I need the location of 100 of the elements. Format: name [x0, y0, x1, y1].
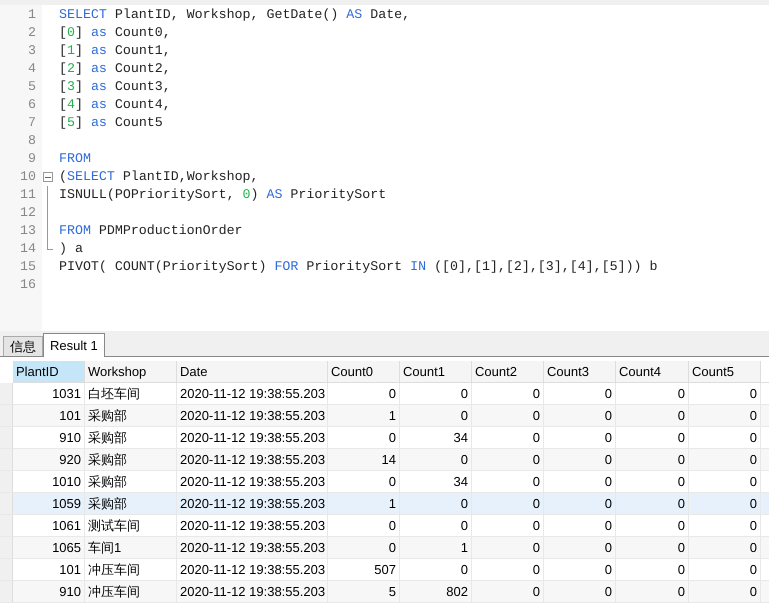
column-header[interactable]: PlantID	[13, 361, 85, 382]
table-cell: 0	[616, 449, 689, 470]
line-number: 5	[27, 78, 37, 96]
table-cell: 0	[400, 515, 472, 536]
column-header[interactable]: Date	[177, 361, 328, 382]
table-cell: 0	[400, 449, 472, 470]
table-cell: 0	[544, 515, 616, 536]
row-marker	[0, 537, 13, 558]
fold-toggle-icon[interactable]	[43, 172, 53, 182]
table-cell: 1061	[13, 515, 85, 536]
column-header[interactable]: Count1	[400, 361, 472, 382]
table-row[interactable]: 910 冲压车间 2020-11-12 19:38:55.203 5 802 0 0 0 0	[0, 581, 769, 603]
table-cell: 测试车间	[85, 515, 177, 536]
table-cell: 采购部	[85, 493, 177, 514]
table-cell: 2020-11-12 19:38:55.203	[177, 581, 328, 602]
line-number: 16	[19, 276, 37, 294]
table-cell: 0	[689, 471, 761, 492]
line-number: 7	[27, 114, 37, 132]
table-row[interactable]: 1059 采购部 2020-11-12 19:38:55.203 1 0 0 0 0 0	[0, 493, 769, 515]
table-cell: 2020-11-12 19:38:55.203	[177, 537, 328, 558]
table-cell: 0	[328, 471, 400, 492]
table-cell: 2020-11-12 19:38:55.203	[177, 559, 328, 580]
table-cell: 0	[689, 427, 761, 448]
line-number: 13	[19, 222, 37, 240]
code-line: [3] as Count3,	[59, 78, 171, 96]
table-row[interactable]: 1010 采购部 2020-11-12 19:38:55.203 0 34 0 0 0 0	[0, 471, 769, 493]
column-header[interactable]: Count0	[328, 361, 400, 382]
table-row[interactable]: 1065 车间1 2020-11-12 19:38:55.203 0 1 0 0 0 0	[0, 537, 769, 559]
line-number: 2	[27, 24, 37, 42]
table-cell: 0	[544, 427, 616, 448]
table-cell: 1065	[13, 537, 85, 558]
table-cell: 0	[400, 383, 472, 404]
result-tab[interactable]: 信息	[3, 336, 43, 356]
table-cell: 0	[616, 559, 689, 580]
table-row[interactable]: 920 采购部 2020-11-12 19:38:55.203 14 0 0 0 0 0	[0, 449, 769, 471]
column-header[interactable]: Count4	[616, 361, 689, 382]
table-row[interactable]: 1061 测试车间 2020-11-12 19:38:55.203 0 0 0 0 0 0	[0, 515, 769, 537]
table-cell: 0	[472, 559, 544, 580]
table-cell: 0	[400, 493, 472, 514]
code-line: [5] as Count5	[59, 114, 163, 132]
table-cell: 采购部	[85, 471, 177, 492]
row-marker	[0, 471, 13, 492]
code-line: [4] as Count4,	[59, 96, 171, 114]
table-cell: 0	[544, 405, 616, 426]
table-cell: 0	[616, 383, 689, 404]
table-cell: 0	[689, 537, 761, 558]
table-cell: 0	[616, 581, 689, 602]
table-cell: 2020-11-12 19:38:55.203	[177, 405, 328, 426]
line-number: 11	[19, 186, 37, 204]
row-marker	[0, 449, 13, 470]
table-cell: 0	[689, 405, 761, 426]
table-cell: 0	[472, 537, 544, 558]
row-marker	[0, 427, 13, 448]
code-line: ) a	[59, 240, 83, 258]
table-cell: 0	[616, 493, 689, 514]
table-cell: 5	[328, 581, 400, 602]
table-cell: 采购部	[85, 449, 177, 470]
table-cell: 101	[13, 559, 85, 580]
fold-end-icon	[47, 240, 53, 250]
table-cell: 0	[400, 559, 472, 580]
table-cell: 0	[328, 427, 400, 448]
table-cell: 2020-11-12 19:38:55.203	[177, 493, 328, 514]
line-number: 1	[27, 6, 37, 24]
table-cell: 1059	[13, 493, 85, 514]
code-line: [1] as Count1,	[59, 42, 171, 60]
column-header[interactable]: Count2	[472, 361, 544, 382]
line-number: 9	[27, 150, 37, 168]
column-header[interactable]: Workshop	[85, 361, 177, 382]
code-line: SELECT PlantID, Workshop, GetDate() AS Date,	[59, 6, 410, 24]
table-row[interactable]: 101 采购部 2020-11-12 19:38:55.203 1 0 0 0 0 0	[0, 405, 769, 427]
table-cell: 0	[689, 493, 761, 514]
table-cell: 0	[328, 383, 400, 404]
column-header[interactable]: Count3	[544, 361, 616, 382]
result-tab[interactable]: Result 1	[43, 333, 105, 357]
code-line: (SELECT PlantID,Workshop,	[59, 168, 259, 186]
column-header[interactable]: Count5	[689, 361, 761, 382]
table-cell: 0	[544, 493, 616, 514]
code-line: ISNULL(POPrioritySort, 0) AS PrioritySort	[59, 186, 386, 204]
table-cell: 0	[328, 515, 400, 536]
table-cell: 冲压车间	[85, 559, 177, 580]
table-row[interactable]: 910 采购部 2020-11-12 19:38:55.203 0 34 0 0 0 0	[0, 427, 769, 449]
table-cell: 910	[13, 427, 85, 448]
table-row[interactable]: 1031 白坯车间 2020-11-12 19:38:55.203 0 0 0 0 0 0	[0, 383, 769, 405]
table-cell: 2020-11-12 19:38:55.203	[177, 427, 328, 448]
line-number: 14	[19, 240, 37, 258]
table-cell: 0	[544, 537, 616, 558]
table-cell: 0	[472, 405, 544, 426]
table-cell: 0	[616, 515, 689, 536]
table-cell: 507	[328, 559, 400, 580]
table-cell: 0	[689, 559, 761, 580]
table-cell: 1031	[13, 383, 85, 404]
table-cell: 0	[544, 471, 616, 492]
table-cell: 采购部	[85, 427, 177, 448]
line-number: 6	[27, 96, 37, 114]
line-number: 3	[27, 42, 37, 60]
line-number: 15	[19, 258, 37, 276]
table-cell: 0	[472, 449, 544, 470]
table-row[interactable]: 101 冲压车间 2020-11-12 19:38:55.203 507 0 0 0 0 0	[0, 559, 769, 581]
code-line: FROM PDMProductionOrder	[59, 222, 243, 240]
row-marker	[0, 383, 13, 404]
